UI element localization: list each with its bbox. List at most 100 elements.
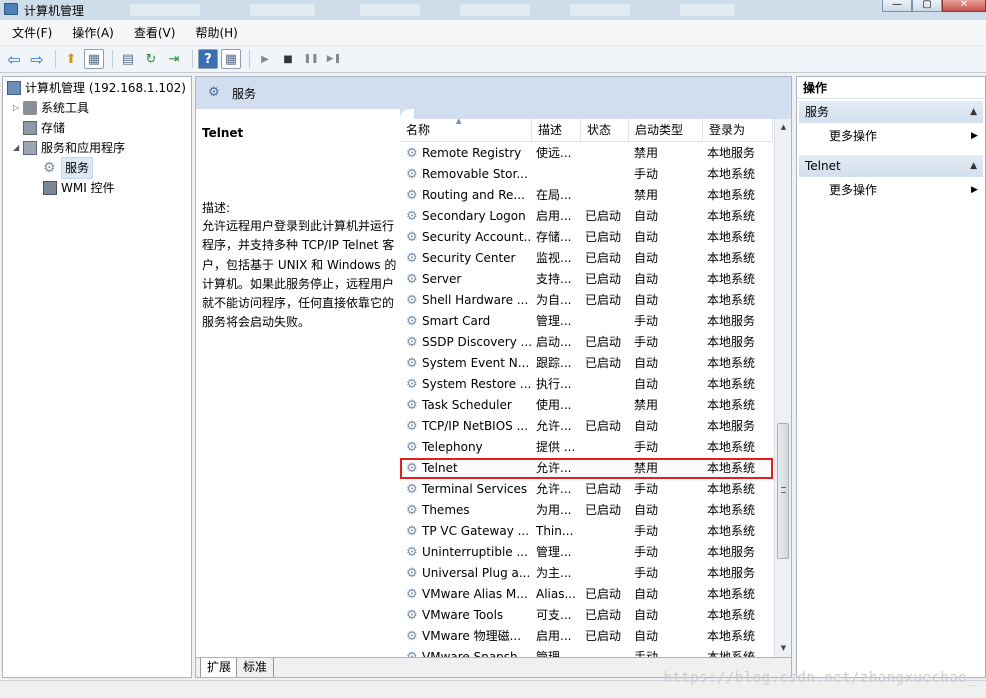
table-row[interactable]: ⚙ SSDP Discovery ... 启动... 已启动 手动 本地服务 [400, 332, 773, 353]
storage-icon [23, 121, 37, 135]
table-row[interactable]: ⚙ Security Center 监视... 已启动 自动 本地系统 [400, 248, 773, 269]
actions-section-services[interactable]: 服务 ▲ [799, 101, 983, 123]
table-row[interactable]: ⚙VMware Snapsh...管理...手动本地系统 [400, 647, 773, 657]
table-row[interactable]: ⚙ Telephony 提供 ... 手动 本地系统 [400, 437, 773, 458]
toolbar-separator [249, 50, 250, 68]
tree-item-storage[interactable]: 存储 [13, 118, 65, 138]
service-startup-type: 手动 [634, 314, 659, 328]
table-row[interactable]: ⚙ Routing and Re... 在局... 禁用 本地系统 [400, 185, 773, 206]
forward-arrow-icon[interactable]: ⇨ [27, 49, 47, 69]
menu-help[interactable]: 帮助(H) [187, 20, 245, 46]
menu-action[interactable]: 操作(A) [64, 20, 122, 46]
column-header-status[interactable]: 状态 [581, 119, 629, 142]
table-row[interactable]: ⚙ VMware 物理磁... 启用... 已启动 自动 本地系统 [400, 626, 773, 647]
menu-file[interactable]: 文件(F) [4, 20, 60, 46]
show-hide-tree-icon[interactable]: ▦ [84, 49, 104, 69]
column-header-logon-as[interactable]: 登录为 [703, 119, 773, 142]
tree-item-wmi[interactable]: WMI 控件 [43, 178, 115, 198]
table-row[interactable]: ⚙ Secondary Logon 启用... 已启动 自动 本地系统 [400, 206, 773, 227]
table-row[interactable]: ⚙ VMware Alias M... Alias... 已启动 自动 本地系统 [400, 584, 773, 605]
service-startup-type: 手动 [634, 335, 659, 349]
service-startup-type: 禁用 [634, 146, 659, 160]
service-name: VMware Tools [422, 608, 504, 622]
table-row[interactable]: ⚙ Removable Stor... 手动 本地系统 [400, 164, 773, 185]
service-gear-icon: ⚙ [406, 629, 418, 644]
tab-extended[interactable]: 扩展 [200, 658, 239, 677]
service-gear-icon: ⚙ [406, 461, 418, 476]
pause-icon[interactable]: ❚❚ [301, 49, 321, 69]
service-startup-type: 手动 [634, 524, 659, 538]
computer-icon [7, 81, 21, 95]
table-row[interactable]: ⚙ Uninterruptible ... 管理... 手动 本地服务 [400, 542, 773, 563]
service-startup-type: 自动 [634, 209, 659, 223]
column-header-name[interactable]: 名称 [400, 119, 532, 142]
play-icon[interactable]: ▶ [255, 49, 275, 69]
table-row[interactable]: ⚙ Shell Hardware ... 为自... 已启动 自动 本地系统 [400, 290, 773, 311]
service-logon-as: 本地系统 [707, 650, 756, 657]
scrollbar-thumb[interactable] [777, 423, 789, 559]
expand-arrow-icon[interactable]: ▷ [13, 98, 23, 118]
table-row[interactable]: ⚙ System Event N... 跟踪... 已启动 自动 本地系统 [400, 353, 773, 374]
collapse-arrow-icon[interactable]: ◢ [13, 138, 23, 158]
service-rows: ⚙ Remote Registry 使远... 禁用 本地服务 ⚙ Removable St… [400, 143, 773, 657]
vertical-scrollbar[interactable]: ▲ ▼ [774, 119, 791, 657]
table-row[interactable]: ⚙ Remote Registry 使远... 禁用 本地服务 [400, 143, 773, 164]
service-status: 已启动 [585, 272, 622, 286]
tree-item-services[interactable]: ⚙ 服务 [43, 157, 94, 179]
background-blur [680, 4, 735, 16]
service-logon-as: 本地服务 [707, 566, 756, 580]
table-row[interactable]: ⚙ Telnet 允许... 禁用 本地系统 [400, 458, 773, 479]
service-description-short: 启动... [536, 335, 572, 349]
service-startup-type: 自动 [634, 251, 659, 265]
table-row[interactable]: ⚙ TP VC Gateway ... Thin... 手动 本地系统 [400, 521, 773, 542]
close-button[interactable]: ✕ [942, 0, 986, 12]
table-row[interactable]: ⚙ Terminal Services 允许... 已启动 手动 本地系统 [400, 479, 773, 500]
tree-root[interactable]: 计算机管理 (192.168.1.102) [7, 78, 186, 98]
background-blur [460, 4, 530, 16]
up-folder-icon[interactable]: ⬆ [61, 49, 81, 69]
table-row[interactable]: ⚙ Server 支持... 已启动 自动 本地系统 [400, 269, 773, 290]
service-description-short: Alias... [536, 587, 576, 601]
service-name: Task Scheduler [422, 398, 512, 412]
scroll-down-icon[interactable]: ▼ [775, 640, 791, 657]
menu-view[interactable]: 查看(V) [126, 20, 184, 46]
service-logon-as: 本地服务 [707, 419, 756, 433]
table-row[interactable]: ⚙ Universal Plug a... 为主... 手动 本地服务 [400, 563, 773, 584]
properties-icon[interactable]: ▤ [118, 49, 138, 69]
background-blur [130, 4, 200, 16]
export-list-icon[interactable]: ⇥ [164, 49, 184, 69]
service-name: Secondary Logon [422, 209, 526, 223]
resume-icon[interactable]: ▶❚ [324, 49, 344, 69]
stop-icon[interactable]: ■ [278, 49, 298, 69]
column-header-description[interactable]: 描述 [532, 119, 581, 142]
scroll-up-icon[interactable]: ▲ [775, 119, 791, 136]
service-name: System Event N... [422, 356, 530, 370]
more-actions-telnet[interactable]: 更多操作 ▶ [829, 180, 978, 200]
tree-item-services-and-apps[interactable]: ◢ 服务和应用程序 [13, 138, 125, 158]
service-gear-icon: ⚙ [406, 293, 418, 308]
show-hide-action-pane-icon[interactable]: ▦ [221, 49, 241, 69]
back-arrow-icon[interactable]: ⇦ [4, 49, 24, 69]
maximize-button[interactable]: ▢ [912, 0, 942, 12]
refresh-icon[interactable]: ↻ [141, 49, 161, 69]
table-row[interactable]: ⚙ Smart Card 管理... 手动 本地服务 [400, 311, 773, 332]
table-row[interactable]: ⚙ Security Account... 存储... 已启动 自动 本地系统 [400, 227, 773, 248]
column-header-startup-type[interactable]: 启动类型 [629, 119, 703, 142]
service-logon-as: 本地系统 [707, 440, 756, 454]
table-row[interactable]: ⚙ TCP/IP NetBIOS ... 允许... 已启动 自动 本地服务 [400, 416, 773, 437]
minimize-button[interactable]: — [882, 0, 912, 12]
more-actions-services[interactable]: 更多操作 ▶ [829, 126, 978, 146]
tree-item-system-tools[interactable]: ▷ 系统工具 [13, 98, 89, 118]
collapse-triangle-icon[interactable]: ▲ [970, 155, 977, 177]
table-row[interactable]: ⚙ VMware Tools 可支... 已启动 自动 本地系统 [400, 605, 773, 626]
service-description-short: 支持... [536, 272, 572, 286]
table-row[interactable]: ⚙ System Restore ... 执行... 自动 本地系统 [400, 374, 773, 395]
service-name: System Restore ... [422, 377, 532, 391]
collapse-triangle-icon[interactable]: ▲ [970, 101, 977, 123]
table-row[interactable]: ⚙ Task Scheduler 使用... 禁用 本地系统 [400, 395, 773, 416]
table-row[interactable]: ⚙ Themes 为用... 已启动 自动 本地系统 [400, 500, 773, 521]
service-description-short: 监视... [536, 251, 572, 265]
help-icon[interactable]: ? [198, 49, 218, 69]
actions-section-telnet[interactable]: Telnet ▲ [799, 155, 983, 177]
tab-standard[interactable]: 标准 [236, 658, 275, 677]
